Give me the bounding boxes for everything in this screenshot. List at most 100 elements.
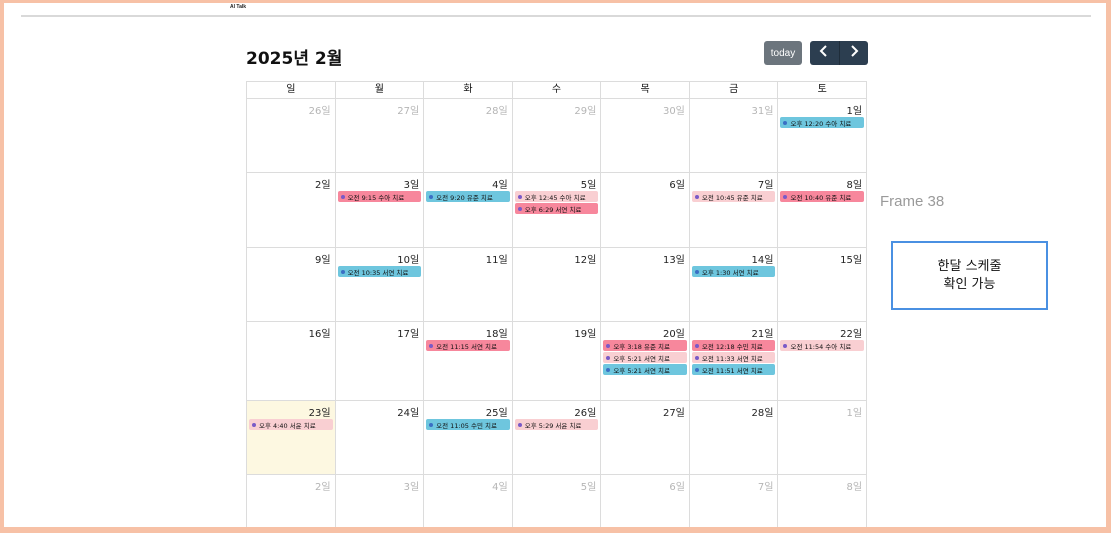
prev-month-button[interactable] — [810, 41, 839, 65]
event-dot-icon — [340, 194, 345, 199]
calendar-event[interactable]: 오후 5:29 서윤 치료 — [514, 419, 599, 430]
day-cell[interactable]: 1일 — [778, 401, 868, 475]
day-cell[interactable]: 3일 — [336, 475, 425, 527]
day-cell[interactable]: 5일 — [513, 475, 602, 527]
day-number: 27일 — [662, 408, 685, 419]
day-number: 26일 — [308, 106, 331, 117]
day-cell[interactable]: 17일 — [335, 322, 425, 401]
day-number: 8일 — [846, 482, 863, 493]
calendar-event[interactable]: 오전 11:15 서연 치료 — [426, 340, 510, 351]
month-calendar: 일월화수목금토 26일 27일 28일 29일 30일 31일 1일 오후 12:20 수아 … — [246, 81, 868, 527]
event-title: 오후 1:30 서연 치료 — [701, 268, 759, 277]
calendar-event[interactable]: 오전 11:54 수아 치료 — [780, 340, 865, 351]
day-cell[interactable]: 21일 오전 12:18 수민 치료 오전 11:33 서연 치료 오전 11:51 … — [689, 322, 779, 401]
day-number: 23일 — [308, 408, 331, 419]
day-cell[interactable]: 4일 오전 9:20 유준 치료 — [424, 173, 513, 248]
event-dot-icon — [517, 206, 522, 211]
calendar-event[interactable]: 오전 12:18 수민 치료 — [691, 340, 776, 351]
calendar-event[interactable]: 오전 11:33 서연 치료 — [691, 352, 776, 363]
day-cell[interactable]: 26일 — [247, 99, 336, 173]
day-cell[interactable]: 18일 오전 11:15 서연 치료 — [424, 322, 513, 401]
calendar-event[interactable]: 오전 10:35 서연 치료 — [337, 266, 422, 277]
today-button[interactable]: today — [764, 41, 802, 65]
day-cell[interactable]: 27일 — [335, 99, 425, 173]
event-dot-icon — [783, 120, 788, 125]
calendar-event[interactable]: 오전 11:05 수민 치료 — [426, 419, 510, 430]
calendar-event[interactable]: 오후 5:21 서연 치료 — [603, 364, 687, 375]
day-cell[interactable]: 19일 — [512, 322, 602, 401]
day-number: 24일 — [397, 408, 420, 419]
calendar-event[interactable]: 오후 5:21 서연 치료 — [603, 352, 687, 363]
weekday-header-cell: 토 — [778, 82, 868, 99]
day-cell[interactable]: 20일 오후 3:18 유준 치료 오후 5:21 서연 치료 오후 5:21 서연 … — [601, 322, 690, 401]
calendar-event[interactable]: 오후 12:20 수아 치료 — [780, 117, 865, 128]
day-number: 6일 — [669, 180, 685, 191]
calendar-event[interactable]: 오후 3:18 유준 치료 — [603, 340, 687, 351]
day-cell[interactable]: 11일 — [424, 248, 513, 322]
day-cell[interactable]: 7일 — [690, 475, 779, 527]
note-box: 한달 스케줄 확인 가능 — [891, 241, 1048, 310]
day-cell[interactable]: 23일 오후 4:40 서윤 치료 — [247, 401, 336, 475]
day-cell[interactable]: 2일 — [247, 173, 336, 248]
week-row: 9일 10일 오전 10:35 서연 치료 11일 12일 13일 14일 오후 1:30 서… — [247, 248, 868, 322]
calendar-event[interactable]: 오후 6:29 서연 치료 — [514, 203, 599, 214]
day-number: 14일 — [751, 255, 774, 266]
event-title: 오전 11:51 서연 치료 — [701, 366, 763, 375]
day-cell[interactable]: 22일 오전 11:54 수아 치료 — [778, 322, 868, 401]
month-title: 2025년 2월 — [246, 49, 343, 69]
next-month-button[interactable] — [838, 41, 869, 65]
weekday-header-cell: 금 — [689, 82, 779, 99]
calendar-event[interactable]: 오전 9:15 수아 치료 — [337, 191, 422, 202]
day-cell[interactable]: 7일 오전 10:45 유준 치료 — [689, 173, 779, 248]
day-cell[interactable]: 25일 오전 11:05 수민 치료 — [424, 401, 513, 475]
day-cell[interactable]: 8일 오전 10:40 유준 치료 — [778, 173, 868, 248]
day-cell[interactable]: 28일 — [689, 401, 779, 475]
day-number: 11일 — [485, 255, 508, 266]
calendar-event[interactable]: 오후 4:40 서윤 치료 — [249, 419, 333, 430]
day-cell[interactable]: 10일 오전 10:35 서연 치료 — [335, 248, 425, 322]
day-number: 4일 — [492, 482, 508, 493]
day-cell[interactable]: 15일 — [778, 248, 868, 322]
day-cell[interactable]: 3일 오전 9:15 수아 치료 — [335, 173, 425, 248]
day-cell[interactable]: 31일 — [689, 99, 779, 173]
event-title: 오전 11:33 서연 치료 — [701, 354, 763, 363]
day-cell[interactable]: 30일 — [601, 99, 690, 173]
event-title: 오전 12:18 수민 치료 — [701, 342, 763, 351]
note-line-2: 확인 가능 — [943, 276, 996, 292]
day-number: 2일 — [315, 180, 331, 191]
day-cell[interactable]: 4일 — [424, 475, 513, 527]
day-cell[interactable]: 24일 — [335, 401, 425, 475]
calendar-event[interactable]: 오전 9:20 유준 치료 — [426, 191, 510, 202]
day-cell[interactable]: 13일 — [601, 248, 690, 322]
day-cell[interactable]: 14일오후 1:30 서연 치료 — [689, 248, 779, 322]
day-number: 12일 — [574, 255, 597, 266]
day-cell[interactable]: 5일 오후 12:45 수아 치료 오후 6:29 서연 치료 — [512, 173, 602, 248]
day-cell[interactable]: 16일 — [247, 322, 336, 401]
event-dot-icon — [340, 269, 345, 274]
day-cell[interactable]: 28일 — [424, 99, 513, 173]
calendar-event[interactable]: 오후 12:45 수아 치료 — [514, 191, 599, 202]
calendar-event[interactable]: 오전 10:45 유준 치료 — [691, 191, 776, 202]
day-cell[interactable]: 9일 — [247, 248, 336, 322]
event-dot-icon — [606, 343, 611, 348]
day-number: 15일 — [840, 255, 863, 266]
calendar-event[interactable]: 오전 10:40 유준 치료 — [780, 191, 865, 202]
calendar-event[interactable]: 오후 1:30 서연 치료 — [691, 266, 776, 277]
day-cell[interactable]: 27일 — [601, 401, 690, 475]
day-cell[interactable]: 8일 — [778, 475, 868, 527]
event-dot-icon — [694, 194, 699, 199]
day-number: 22일 — [840, 329, 863, 340]
day-number: 3일 — [403, 180, 420, 191]
day-cell[interactable]: 6일 — [601, 173, 690, 248]
event-dot-icon — [606, 355, 611, 360]
day-cell[interactable]: 12일 — [512, 248, 602, 322]
day-cell[interactable]: 26일 오후 5:29 서윤 치료 — [512, 401, 602, 475]
day-cell[interactable]: 6일 — [601, 475, 690, 527]
calendar-event[interactable]: 오전 11:51 서연 치료 — [691, 364, 776, 375]
day-cell[interactable]: 1일 오후 12:20 수아 치료 — [778, 99, 868, 173]
event-title: 오후 5:21 서연 치료 — [613, 354, 670, 363]
day-cell[interactable]: 2일 — [247, 475, 336, 527]
week-row: 2일 3일 4일 5일 6일 7일 8일 — [247, 475, 868, 527]
event-dot-icon — [517, 422, 522, 427]
day-cell[interactable]: 29일 — [512, 99, 602, 173]
